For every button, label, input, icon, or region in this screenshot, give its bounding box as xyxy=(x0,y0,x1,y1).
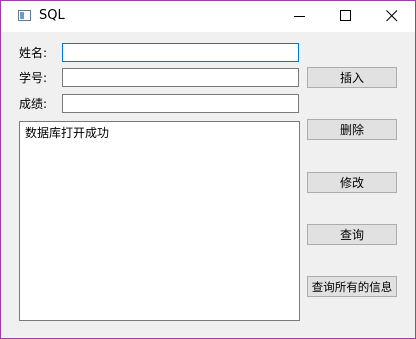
window-title: SQL xyxy=(39,8,65,23)
score-input[interactable] xyxy=(62,94,299,113)
name-input[interactable] xyxy=(62,43,299,62)
name-label: 姓名: xyxy=(19,46,48,60)
maximize-button[interactable] xyxy=(323,1,369,32)
sql-window: SQL 姓名: 学号: 成绩: 数据库打开成功 插入 删除 修改 查询 查询所有… xyxy=(0,0,416,339)
student-id-input[interactable] xyxy=(62,68,299,87)
insert-button[interactable]: 插入 xyxy=(307,67,397,88)
minimize-icon xyxy=(294,16,305,17)
student-id-label: 学号: xyxy=(19,71,48,85)
maximize-icon xyxy=(340,10,351,21)
title-bar[interactable]: SQL xyxy=(1,1,415,32)
close-button[interactable] xyxy=(369,1,415,32)
output-text-area[interactable]: 数据库打开成功 xyxy=(19,121,300,321)
minimize-button[interactable] xyxy=(277,1,323,32)
delete-button[interactable]: 删除 xyxy=(307,119,397,140)
query-button[interactable]: 查询 xyxy=(307,224,397,245)
output-status-text: 数据库打开成功 xyxy=(25,126,110,140)
query-all-button[interactable]: 查询所有的信息 xyxy=(307,276,397,297)
window-app-icon xyxy=(18,10,31,21)
score-label: 成绩: xyxy=(19,97,48,111)
modify-button[interactable]: 修改 xyxy=(307,172,397,193)
close-icon xyxy=(386,10,398,22)
